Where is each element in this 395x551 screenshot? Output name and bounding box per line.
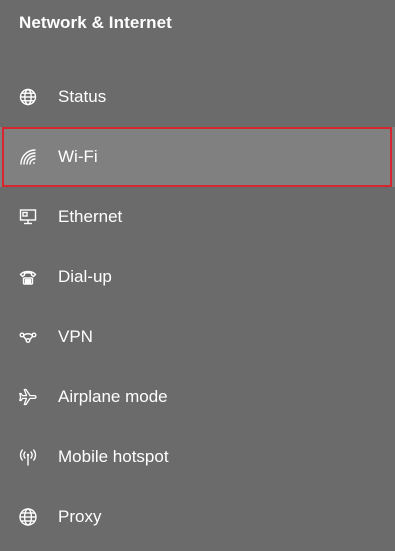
- sidebar-item-status[interactable]: Status: [0, 67, 395, 127]
- sidebar-item-wifi[interactable]: Wi-Fi: [0, 127, 395, 187]
- sidebar-nav: Status Wi-Fi Ethernet Dial-up VPN Airpla…: [0, 67, 395, 547]
- airplane-icon: [17, 386, 39, 408]
- dialup-phone-icon: [17, 266, 39, 288]
- sidebar-item-proxy[interactable]: Proxy: [0, 487, 395, 547]
- sidebar-item-ethernet[interactable]: Ethernet: [0, 187, 395, 247]
- ethernet-icon: [17, 206, 39, 228]
- sidebar-item-label: Dial-up: [58, 267, 112, 286]
- sidebar-item-label: Wi-Fi: [58, 147, 98, 166]
- sidebar-item-label: Airplane mode: [58, 387, 168, 406]
- page-title: Network & Internet: [19, 13, 172, 32]
- globe-icon: [17, 506, 39, 528]
- sidebar-item-label: Proxy: [58, 507, 102, 526]
- sidebar-item-label: Mobile hotspot: [58, 447, 169, 466]
- settings-panel: Network & Internet Status Wi-Fi Ethernet…: [0, 0, 395, 551]
- sidebar-item-label: VPN: [58, 327, 93, 346]
- wifi-icon: [17, 146, 39, 168]
- sidebar-item-vpn[interactable]: VPN: [0, 307, 395, 367]
- sidebar-item-dialup[interactable]: Dial-up: [0, 247, 395, 307]
- sidebar-item-airplane-mode[interactable]: Airplane mode: [0, 367, 395, 427]
- sidebar-item-mobile-hotspot[interactable]: Mobile hotspot: [0, 427, 395, 487]
- vpn-icon: [17, 326, 39, 348]
- status-globe-icon: [17, 86, 39, 108]
- sidebar-item-label: Status: [58, 87, 107, 106]
- hotspot-icon: [17, 446, 39, 468]
- sidebar-item-label: Ethernet: [58, 207, 123, 226]
